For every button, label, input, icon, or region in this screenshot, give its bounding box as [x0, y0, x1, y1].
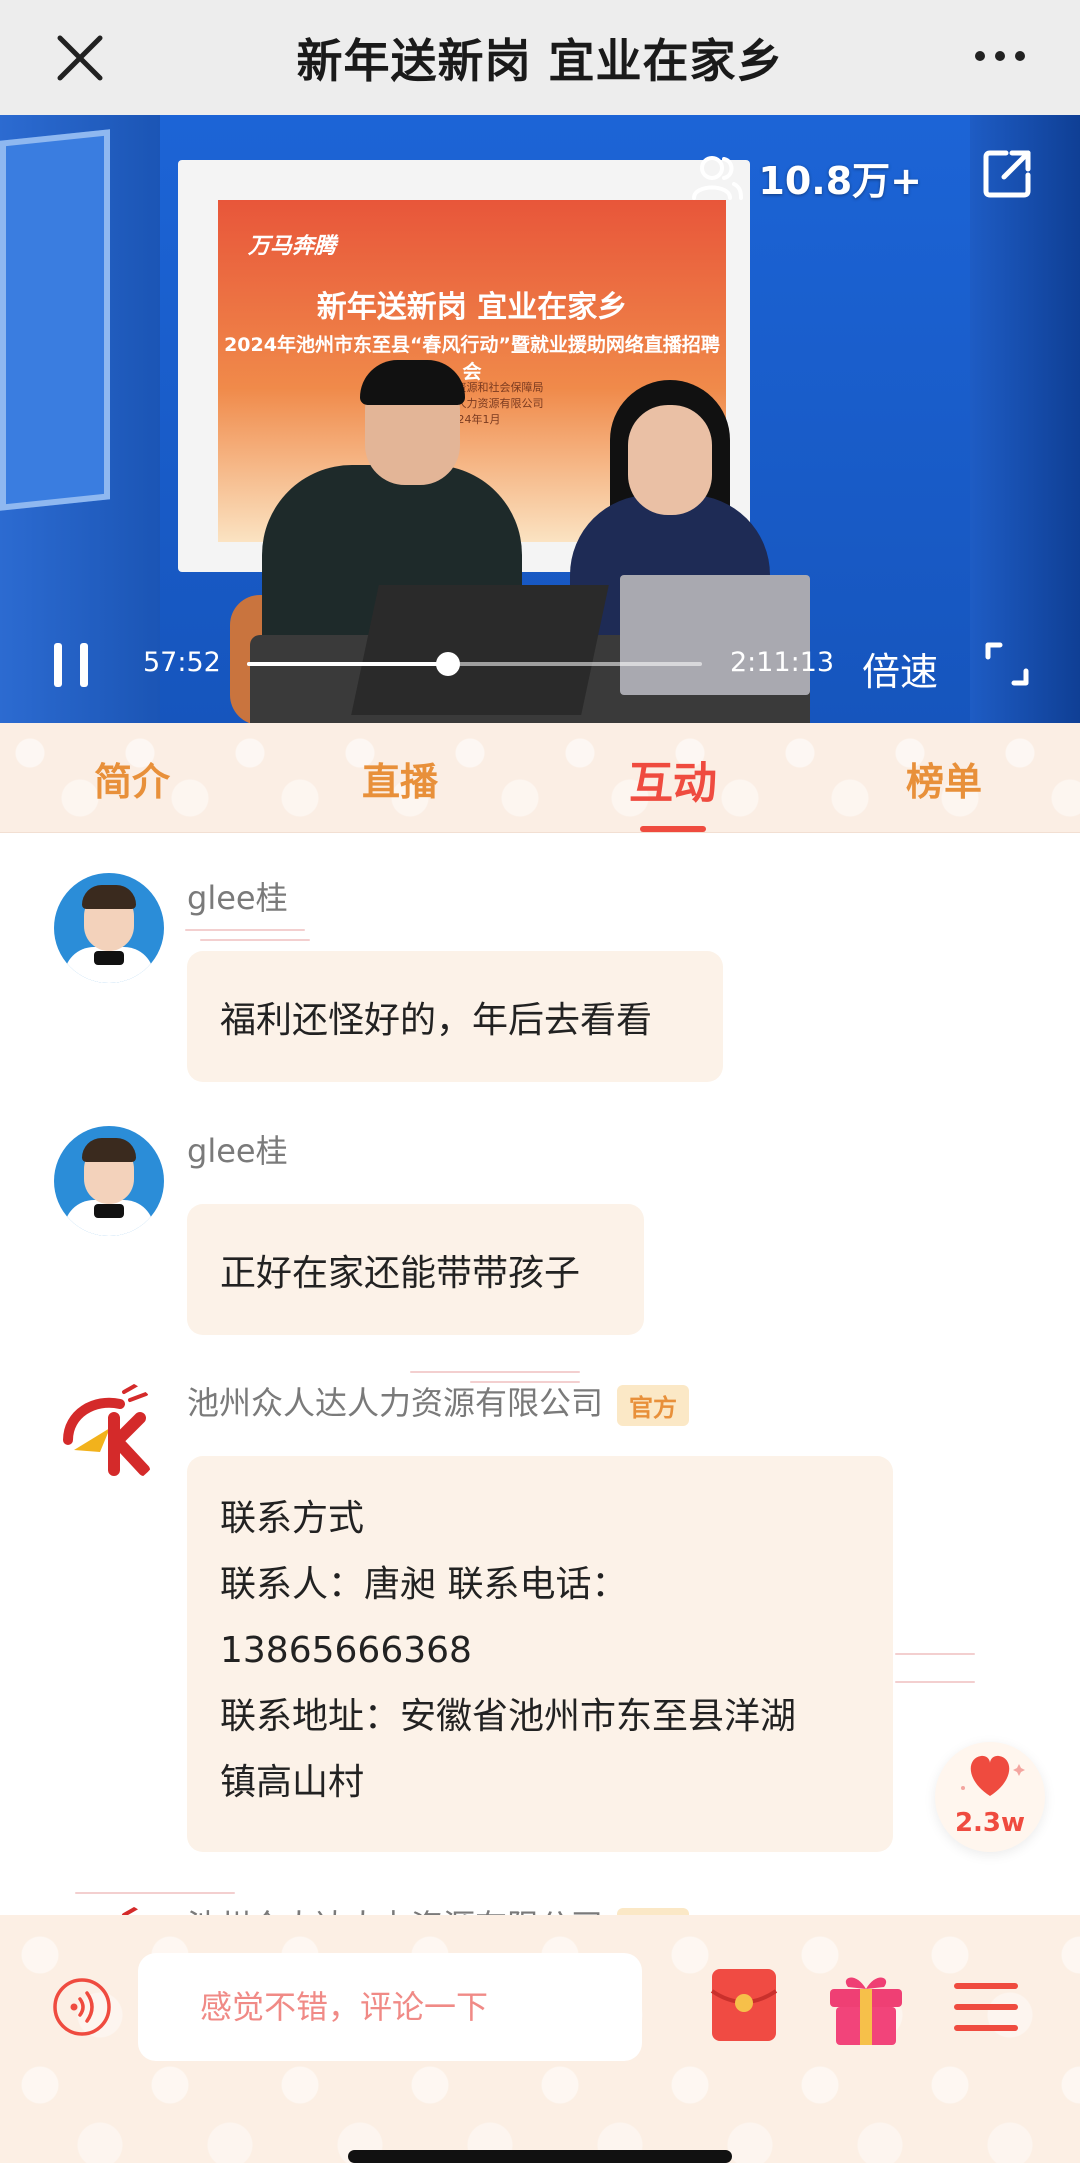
fullscreen-icon[interactable] [984, 641, 1030, 687]
decoration [410, 1371, 580, 1373]
message-bubble: 联系方式 联系人：唐昶 联系电话： 13865666368 联系地址：安徽省池州… [187, 1456, 893, 1852]
progress-track[interactable] [247, 652, 702, 676]
close-icon[interactable] [52, 30, 108, 86]
progress-fill [247, 662, 449, 666]
progress-handle[interactable] [436, 652, 461, 676]
company-logo-avatar[interactable] [54, 1378, 164, 1488]
page-title: 新年送新岗 宜业在家乡 [296, 33, 784, 88]
username-text: 池州众人达人力资源有限公司 [187, 1384, 604, 1422]
poster-subtitle: 2024年池州市东至县“春风行动”暨就业援助网络直播招聘会 [224, 334, 720, 383]
voice-icon[interactable] [52, 1977, 112, 2037]
message-line: 联系人：唐昶 联系电话： [220, 1564, 628, 1605]
message-bubble: 正好在家还能带带孩子 [187, 1204, 644, 1335]
red-packet-icon[interactable] [710, 1967, 778, 2043]
username: glee桂 [187, 1132, 288, 1170]
page: 新年送新岗 宜业在家乡 万马奔腾 新年送新岗 宜业在家乡 2024年池州市东至县… [0, 0, 1080, 2163]
username: 池州众人达人力资源有限公司 官方 [187, 1901, 690, 1915]
chat-message: glee桂 福利还怪好的，年后去看看 [0, 873, 1080, 1082]
tab-interact[interactable]: 互动 [629, 747, 717, 811]
viewer-count: 10.8万+ [690, 150, 922, 205]
viewer-count-label: 10.8万+ [758, 159, 922, 203]
poster-title: 新年送新岗 宜业在家乡 [316, 290, 628, 325]
message-line: 联系方式 [220, 1498, 365, 1539]
poster-logo: 万马奔腾 [248, 234, 337, 259]
tab-live[interactable]: 直播 [362, 751, 438, 806]
total-time: 2:11:13 [730, 647, 835, 678]
avatar[interactable] [54, 1126, 164, 1236]
username: glee桂 [187, 879, 288, 917]
heart-icon [961, 1755, 1025, 1796]
header-bar: 新年送新岗 宜业在家乡 [0, 0, 1080, 115]
playback-controls: 57:52 2:11:13 倍速 [0, 625, 1080, 705]
username: 池州众人达人力资源有限公司官方 [187, 1378, 690, 1426]
video-player[interactable]: 万马奔腾 新年送新岗 宜业在家乡 2024年池州市东至县“春风行动”暨就业援助网… [0, 115, 1080, 723]
username-text: 池州众人达人力资源有限公司 [187, 1907, 603, 1915]
viewers-icon [692, 155, 744, 200]
official-badge: 官方 [617, 1907, 690, 1915]
like-button[interactable]: 2.3w [935, 1742, 1045, 1852]
official-badge: 官方 [617, 1384, 690, 1426]
comment-input[interactable] [138, 1953, 642, 2061]
pause-icon[interactable] [50, 641, 94, 689]
tab-bar: 简介 直播 互动 榜单 [0, 723, 1080, 833]
host-female-head [628, 405, 712, 515]
message-bubble: 福利还怪好的，年后去看看 [187, 951, 723, 1082]
message-line: 镇高山村 [220, 1762, 365, 1803]
active-tab-indicator [640, 826, 706, 832]
speed-button[interactable]: 倍速 [862, 641, 938, 696]
chat-message: 池州众人达人力资源有限公司 官方 联系方式 联系人：唐昶 联系电话： 138656… [0, 1378, 1080, 1858]
bottom-bar [0, 1915, 1080, 2163]
home-indicator[interactable] [348, 2150, 732, 2163]
avatar[interactable] [54, 873, 164, 983]
message-line: 联系地址：安徽省池州市东至县洋湖 [220, 1696, 797, 1737]
tab-intro[interactable]: 简介 [94, 751, 170, 806]
company-logo [122, 1905, 146, 1915]
decoration [75, 1892, 235, 1894]
menu-icon[interactable] [952, 1979, 1020, 2035]
more-icon[interactable] [972, 36, 1028, 76]
like-count: 2.3w [954, 1808, 1026, 1838]
company-logo [63, 1382, 150, 1476]
chat-list[interactable]: glee桂 福利还怪好的，年后去看看 glee桂 正好在家还能带带孩子 池州众人… [0, 833, 1080, 1915]
company-logo-avatar[interactable] [54, 1901, 164, 1915]
host-male-hair [360, 360, 465, 405]
tab-ranking[interactable]: 榜单 [906, 751, 982, 806]
share-icon[interactable] [980, 147, 1034, 201]
gift-icon[interactable] [826, 1967, 906, 2047]
chat-message: 池州众人达人力资源有限公司 官方 [0, 1901, 1080, 1915]
message-line: 13865666368 [220, 1630, 472, 1671]
current-time: 57:52 [143, 647, 221, 678]
chat-message: glee桂 正好在家还能带带孩子 [0, 1126, 1080, 1335]
